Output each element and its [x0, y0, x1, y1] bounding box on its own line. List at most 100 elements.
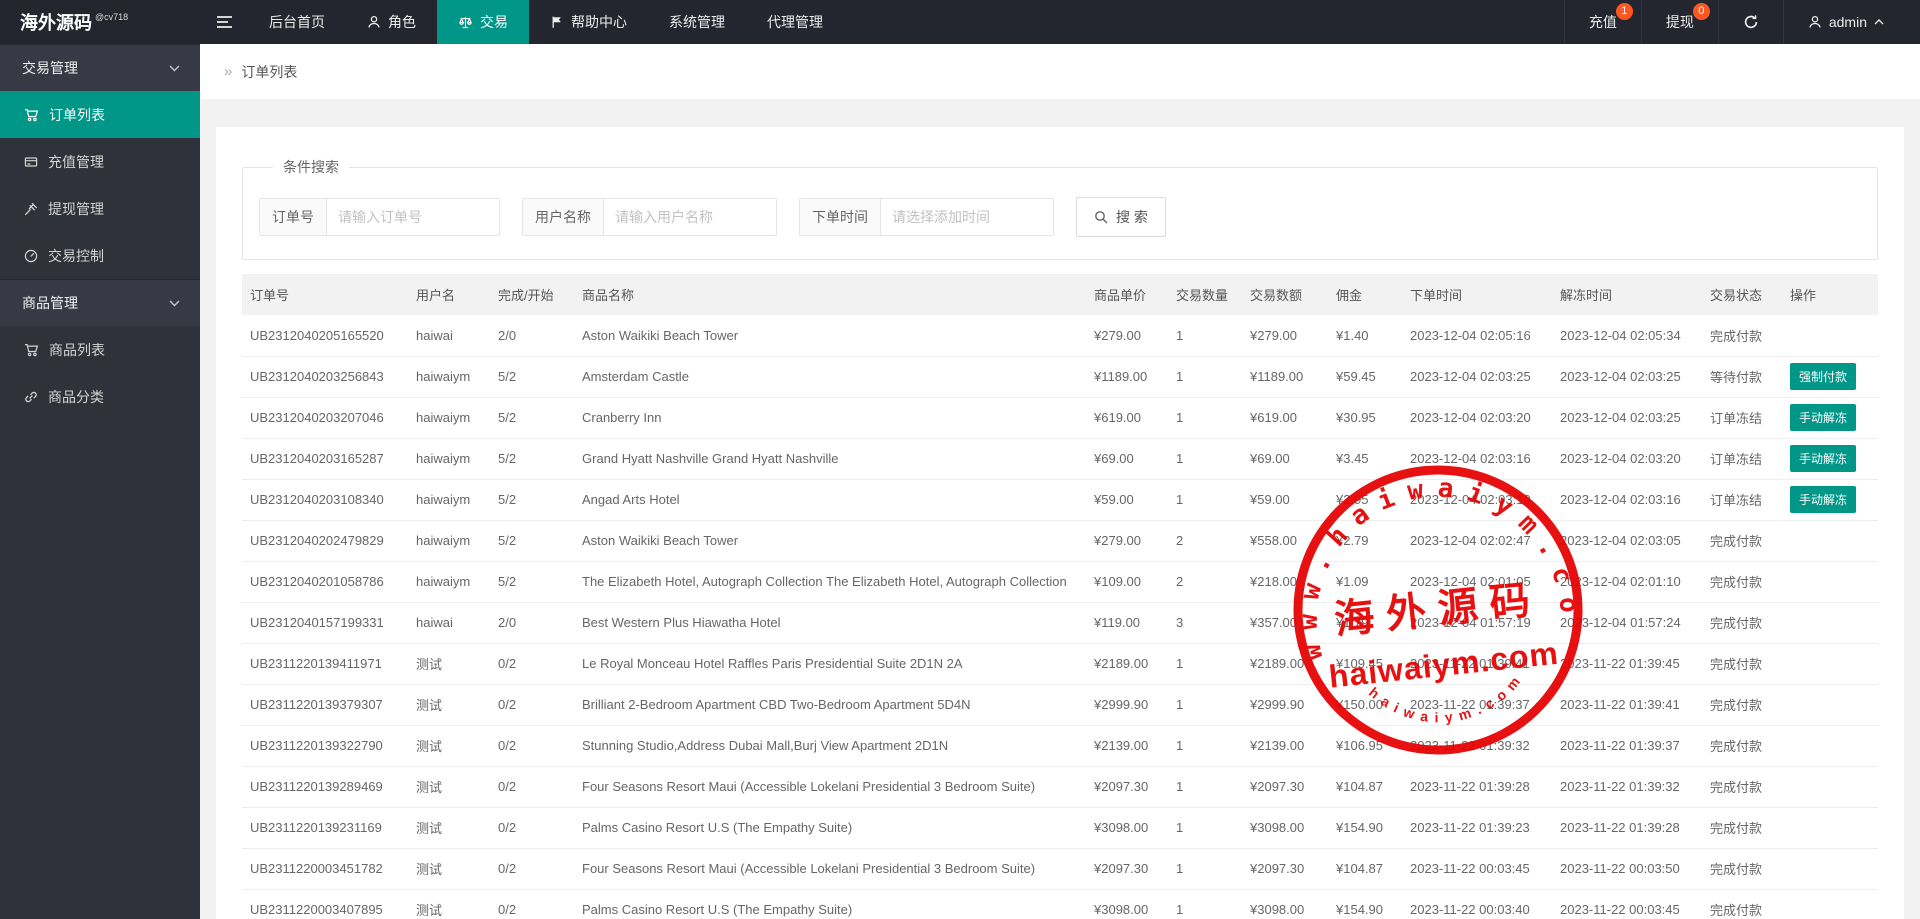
cell-product-name: Four Seasons Resort Maui (Accessible Lok… [574, 766, 1086, 807]
cell-product-name: Best Western Plus Hiawatha Hotel [574, 602, 1086, 643]
sidebar-item-product-list[interactable]: 商品列表 [0, 326, 200, 373]
cell-amount: ¥69.00 [1242, 438, 1328, 479]
order-time-input[interactable] [881, 199, 1053, 235]
cell-commission: ¥3.45 [1328, 438, 1402, 479]
order-list-card: 条件搜索 订单号用户名称下单时间搜 索 订单号用户名完成/开始商品名称商品单价交… [216, 127, 1904, 919]
order-table: 订单号用户名完成/开始商品名称商品单价交易数量交易数额佣金下单时间解冻时间交易状… [242, 274, 1878, 919]
nav-label: 系统管理 [669, 12, 725, 32]
table-row: UB2312040203207046haiwaiym5/2Cranberry I… [242, 397, 1878, 438]
cell-username: 测试 [408, 684, 490, 725]
order-no-input[interactable] [327, 199, 499, 235]
sidebar-item-trade-control[interactable]: 交易控制 [0, 232, 200, 279]
cell-progress: 0/2 [490, 766, 574, 807]
cell-status: 完成付款 [1702, 807, 1782, 848]
cell-status: 订单冻结 [1702, 438, 1782, 479]
cell-commission: ¥59.45 [1328, 356, 1402, 397]
cell-status: 完成付款 [1702, 848, 1782, 889]
refresh-button[interactable] [1718, 0, 1783, 44]
cell-commission: ¥30.95 [1328, 397, 1402, 438]
nav-help-center[interactable]: 帮助中心 [529, 0, 648, 44]
nav-agent[interactable]: 代理管理 [746, 0, 844, 44]
username-label: 用户名称 [523, 199, 604, 235]
cell-unit-price: ¥2139.00 [1086, 725, 1168, 766]
cell-status: 完成付款 [1702, 889, 1782, 919]
sidebar-item-label: 订单列表 [49, 105, 105, 125]
table-row: UB2312040201058786haiwaiym5/2The Elizabe… [242, 561, 1878, 602]
username-field-group: 用户名称 [522, 198, 777, 236]
cell-progress: 0/2 [490, 684, 574, 725]
sidebar-item-label: 商品列表 [49, 340, 105, 360]
cell-unfreeze-time: 2023-11-22 01:39:41 [1552, 684, 1702, 725]
sidebar-item-label: 商品分类 [48, 387, 104, 407]
cell-amount: ¥3098.00 [1242, 807, 1328, 848]
nav-roles[interactable]: 角色 [346, 0, 437, 44]
sidebar-item-withdraw-management[interactable]: 提现管理 [0, 185, 200, 232]
cell-amount: ¥3098.00 [1242, 889, 1328, 919]
cell-unfreeze-time: 2023-11-22 01:39:45 [1552, 643, 1702, 684]
search-row: 订单号用户名称下单时间搜 索 [259, 197, 1861, 237]
cell-actions [1782, 602, 1878, 643]
cell-progress: 0/2 [490, 889, 574, 919]
nav-label: 后台首页 [269, 12, 325, 32]
cell-order-time: 2023-12-04 01:57:19 [1402, 602, 1552, 643]
sidebar-item-order-list[interactable]: 订单列表 [0, 91, 200, 138]
cell-username: 测试 [408, 889, 490, 919]
column-header: 商品名称 [574, 274, 1086, 315]
app-logo[interactable]: 海外源码 @cv718 [0, 0, 200, 44]
cell-order-id: UB2312040205165520 [242, 315, 408, 356]
cell-order-id: UB2312040157199331 [242, 602, 408, 643]
cell-quantity: 1 [1168, 766, 1242, 807]
nav-label: 代理管理 [767, 12, 823, 32]
nav-label: 交易 [480, 12, 508, 32]
cell-order-id: UB2311220139322790 [242, 725, 408, 766]
cell-progress: 0/2 [490, 643, 574, 684]
cell-product-name: Aston Waikiki Beach Tower [574, 315, 1086, 356]
cell-progress: 0/2 [490, 725, 574, 766]
cell-order-time: 2023-12-04 02:01:05 [1402, 561, 1552, 602]
cell-product-name: The Elizabeth Hotel, Autograph Collectio… [574, 561, 1086, 602]
cell-order-id: UB2312040203256843 [242, 356, 408, 397]
cell-username: 测试 [408, 807, 490, 848]
cell-order-time: 2023-11-22 01:39:37 [1402, 684, 1552, 725]
nav-trade[interactable]: 交易 [437, 0, 529, 44]
table-row: UB2312040205165520haiwai2/0Aston Waikiki… [242, 315, 1878, 356]
nav-home[interactable]: 后台首页 [248, 0, 346, 44]
cell-status: 完成付款 [1702, 315, 1782, 356]
cell-unit-price: ¥69.00 [1086, 438, 1168, 479]
manual-unfreeze-button[interactable]: 手动解冻 [1790, 404, 1856, 431]
withdraw-button[interactable]: 提现0 [1641, 0, 1718, 44]
menu-toggle-icon[interactable] [200, 0, 248, 44]
recharge-button[interactable]: 充值1 [1564, 0, 1641, 44]
cell-quantity: 1 [1168, 479, 1242, 520]
order-no-label: 订单号 [260, 199, 327, 235]
cell-actions: 手动解冻 [1782, 479, 1878, 520]
chevron-down-icon [169, 300, 180, 307]
cell-username: haiwaiym [408, 438, 490, 479]
sidebar-group-trade-management[interactable]: 交易管理 [0, 44, 200, 91]
manual-unfreeze-button[interactable]: 手动解冻 [1790, 445, 1856, 472]
sidebar-item-recharge-management[interactable]: 充值管理 [0, 138, 200, 185]
cell-amount: ¥279.00 [1242, 315, 1328, 356]
cell-order-id: UB2312040203165287 [242, 438, 408, 479]
cell-product-name: Le Royal Monceau Hotel Raffles Paris Pre… [574, 643, 1086, 684]
search-legend: 条件搜索 [273, 157, 349, 177]
cell-status: 完成付款 [1702, 725, 1782, 766]
manual-unfreeze-button[interactable]: 手动解冻 [1790, 486, 1856, 513]
table-row: UB2311220139231169测试0/2Palms Casino Reso… [242, 807, 1878, 848]
search-button[interactable]: 搜 索 [1076, 197, 1166, 237]
cell-unit-price: ¥2097.30 [1086, 848, 1168, 889]
cell-actions [1782, 684, 1878, 725]
cell-status: 完成付款 [1702, 520, 1782, 561]
cell-commission: ¥1.09 [1328, 561, 1402, 602]
user-menu[interactable]: admin [1783, 0, 1908, 44]
sidebar-group-product-management[interactable]: 商品管理 [0, 279, 200, 326]
cell-status: 订单冻结 [1702, 397, 1782, 438]
sidebar-item-product-category[interactable]: 商品分类 [0, 373, 200, 420]
cell-amount: ¥619.00 [1242, 397, 1328, 438]
force-pay-button[interactable]: 强制付款 [1790, 363, 1856, 390]
cell-unit-price: ¥279.00 [1086, 520, 1168, 561]
username-input[interactable] [604, 199, 776, 235]
cell-order-id: UB2311220003451782 [242, 848, 408, 889]
cell-commission: ¥1.40 [1328, 315, 1402, 356]
nav-system[interactable]: 系统管理 [648, 0, 746, 44]
